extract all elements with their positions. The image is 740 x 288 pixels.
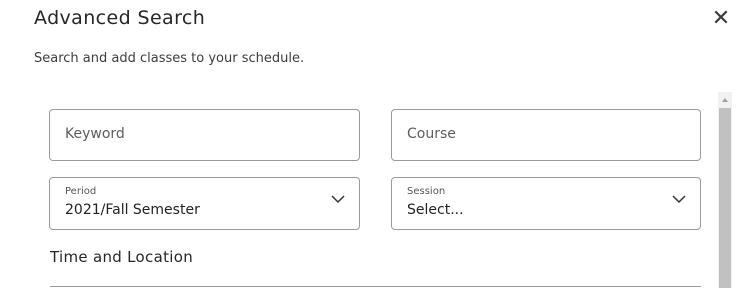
session-select[interactable]: Session Select... (391, 177, 701, 230)
keyword-input[interactable]: Keyword (49, 109, 360, 161)
period-select[interactable]: Period 2021/Fall Semester (49, 177, 360, 230)
keyword-placeholder: Keyword (65, 126, 125, 142)
period-label: Period (65, 186, 97, 197)
session-label: Session (407, 186, 446, 197)
course-placeholder: Course (407, 126, 456, 142)
close-icon[interactable]: ✕ (708, 6, 734, 32)
section-title-time-location: Time and Location (50, 248, 194, 266)
scrollbar-thumb[interactable] (719, 108, 731, 288)
dialog-subtitle: Search and add classes to your schedule. (34, 51, 305, 66)
period-value: 2021/Fall Semester (65, 202, 200, 218)
chevron-down-icon (331, 195, 345, 204)
scroll-up-arrow-icon[interactable] (718, 94, 732, 106)
section-divider (50, 286, 701, 287)
course-input[interactable]: Course (391, 109, 701, 161)
session-value: Select... (407, 202, 464, 218)
dialog-title: Advanced Search (34, 7, 206, 29)
chevron-down-icon (672, 195, 686, 204)
